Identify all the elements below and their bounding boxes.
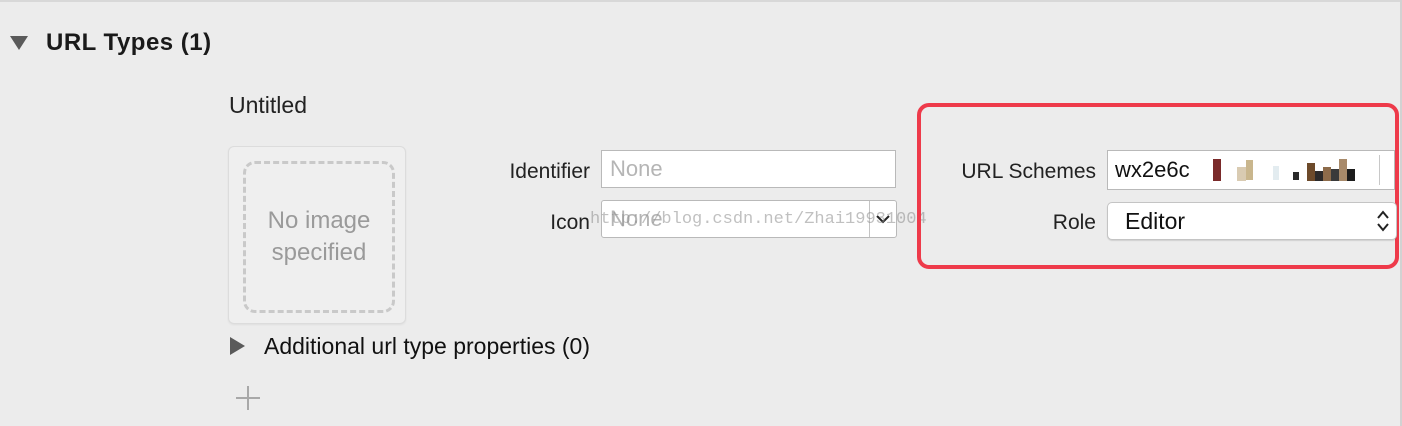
image-placeholder-text: No image specified (267, 207, 371, 266)
url-schemes-input[interactable]: wx2e6c (1107, 150, 1395, 190)
triangle-right-icon[interactable] (230, 337, 245, 355)
section-title: URL Types (1) (46, 29, 212, 56)
icon-label: Icon (550, 211, 590, 234)
role-popup-button[interactable]: Editor (1107, 202, 1397, 240)
role-popup-value: Editor (1125, 207, 1186, 234)
role-label: Role (1052, 211, 1096, 234)
add-url-type-button[interactable] (233, 383, 263, 413)
url-schemes-value[interactable]: wx2e6c (1108, 157, 1211, 183)
redacted-text (1213, 156, 1355, 184)
chevron-down-icon (876, 215, 890, 224)
identifier-label: Identifier (509, 160, 590, 183)
additional-properties-toggle[interactable]: Additional url type properties (0) (230, 330, 590, 362)
top-divider (0, 0, 1402, 2)
icon-combobox[interactable]: None (601, 200, 897, 238)
icon-combobox-value[interactable]: None (602, 201, 869, 237)
icon-combobox-button[interactable] (869, 201, 896, 237)
image-drop-zone[interactable]: No image specified (243, 161, 395, 313)
image-well[interactable]: No image specified (228, 146, 406, 324)
additional-properties-label: Additional url type properties (0) (264, 332, 590, 359)
identifier-input[interactable] (601, 150, 896, 188)
triangle-down-icon[interactable] (10, 36, 28, 50)
plus-icon (236, 386, 260, 410)
url-types-header[interactable]: URL Types (1) (10, 26, 212, 60)
url-schemes-label: URL Schemes (961, 160, 1096, 183)
input-edge (1379, 155, 1380, 185)
up-down-chevron-icon (1370, 203, 1396, 239)
url-type-name: Untitled (229, 92, 307, 118)
